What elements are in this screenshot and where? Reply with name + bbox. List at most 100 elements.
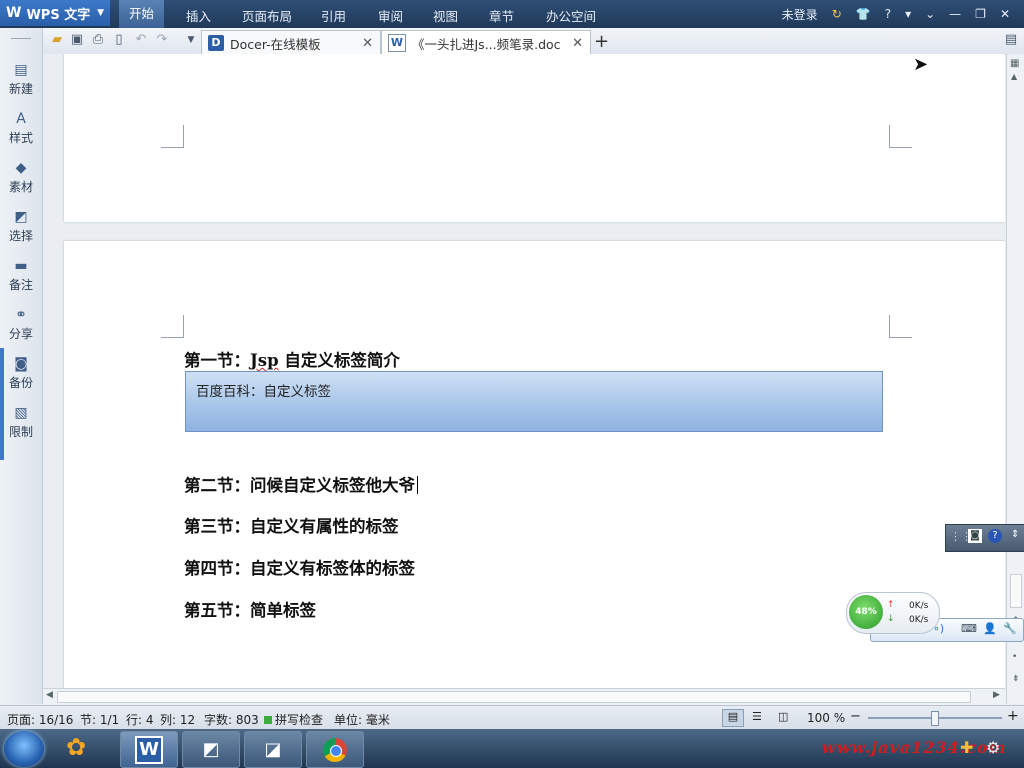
redo-icon[interactable]: ↷ bbox=[154, 32, 170, 48]
capture-icon[interactable]: ◙ bbox=[968, 529, 982, 543]
customize-toolbar-icon[interactable]: ▼ bbox=[183, 32, 199, 48]
sidebar-item-restrict[interactable]: ▧ 限制 bbox=[0, 404, 42, 440]
status-unit[interactable]: 单位: 毫米 bbox=[334, 711, 390, 728]
watermark-text: www.java1234.com bbox=[822, 738, 1007, 757]
callout-text: 百度百科：自定义标签 bbox=[196, 384, 331, 400]
floating-toolbar[interactable]: ⋮⋮ ◙ ? ⇕ bbox=[945, 524, 1024, 552]
close-button[interactable]: ✕ bbox=[1000, 7, 1010, 21]
wps-logo-icon: W bbox=[6, 5, 22, 21]
tab-docer[interactable]: D Docer-在线模板 ✕ bbox=[201, 30, 381, 55]
tab-list-icon[interactable]: ▤ bbox=[1003, 32, 1019, 48]
user-icon[interactable]: 👤 bbox=[983, 622, 997, 635]
scroll-right-icon[interactable]: ▶ bbox=[993, 690, 1000, 700]
tab-document[interactable]: W 《一头扎进Js...频笔录.doc ✕ bbox=[381, 30, 591, 55]
horizontal-scrollbar[interactable]: ◀ ▶ bbox=[43, 688, 1005, 705]
callout-text-box[interactable]: 百度百科：自定义标签 bbox=[185, 371, 883, 432]
scroll-up-icon[interactable]: ▲ bbox=[1011, 72, 1017, 81]
spell-check-icon bbox=[264, 716, 272, 724]
help-icon[interactable]: ? bbox=[988, 529, 1002, 543]
taskbar-app-icon[interactable]: ✿ bbox=[66, 733, 86, 761]
heading-section-3[interactable]: 第三节：自定义有属性的标签 bbox=[184, 513, 399, 537]
menu-view[interactable]: 视图 bbox=[433, 6, 458, 25]
sidebar-item-comment[interactable]: ▬ 备注 bbox=[0, 257, 42, 293]
close-tab-icon[interactable]: ✕ bbox=[362, 36, 373, 51]
keyboard-icon[interactable]: ⌨ bbox=[961, 622, 977, 635]
zoom-out-icon[interactable]: − bbox=[850, 709, 861, 724]
memory-usage-gauge[interactable]: 48% bbox=[849, 595, 883, 629]
sidebar-item-backup[interactable]: ◙ 备份 bbox=[0, 355, 42, 391]
scroll-thumb[interactable] bbox=[1010, 574, 1022, 608]
menu-review[interactable]: 审阅 bbox=[378, 6, 403, 25]
sidebar-item-new[interactable]: ▤ 新建 bbox=[0, 61, 42, 97]
web-view-icon[interactable]: ◫ bbox=[778, 710, 788, 723]
outline-view-icon[interactable]: ☰ bbox=[752, 710, 762, 723]
scroll-thumb[interactable] bbox=[57, 691, 971, 703]
status-column: 列: 12 bbox=[160, 713, 196, 727]
tray-icon[interactable]: ⚙ bbox=[986, 738, 1000, 757]
menu-page-layout[interactable]: 页面布局 bbox=[242, 6, 292, 25]
text-cursor bbox=[417, 476, 418, 494]
tray-icon[interactable]: ✚ bbox=[960, 738, 973, 757]
taskbar-app-2[interactable]: ◩ bbox=[182, 731, 240, 768]
scroll-panel-icon[interactable]: ▦ bbox=[1010, 58, 1019, 69]
start-button[interactable] bbox=[4, 731, 44, 767]
spell-check-toggle[interactable]: 拼写检查 bbox=[264, 711, 323, 728]
network-speed-widget[interactable]: 48% ↑ ↓ 0K/s 0K/s bbox=[846, 592, 940, 634]
menu-bar: W WPS 文字 ▼ 开始 插入 页面布局 引用 审阅 视图 章节 办公空间 未… bbox=[0, 0, 1024, 28]
restrict-icon: ▧ bbox=[14, 405, 28, 421]
heading-section-1[interactable]: 第一节：Jsp 自定义标签简介 bbox=[184, 347, 400, 371]
new-tab-button[interactable]: + bbox=[594, 31, 609, 52]
sidebar-grip bbox=[11, 38, 31, 39]
zoom-level[interactable]: 100 % bbox=[807, 711, 845, 725]
crop-mark bbox=[889, 125, 912, 148]
taskbar-wps-writer[interactable]: W bbox=[120, 731, 178, 768]
recorder-icon: ◪ bbox=[264, 739, 282, 760]
help-button[interactable]: ? ▾ bbox=[885, 7, 911, 21]
undo-icon[interactable]: ↶ bbox=[133, 32, 149, 48]
document-page[interactable] bbox=[64, 54, 1005, 222]
status-bar: 页面: 16/16 节: 1/1 行: 4 列: 12 字数: 803 拼写检查… bbox=[0, 705, 1024, 730]
taskbar-chrome[interactable] bbox=[306, 731, 364, 768]
menu-chapter[interactable]: 章节 bbox=[489, 6, 514, 25]
print-preview-icon[interactable]: ▯ bbox=[111, 32, 127, 48]
vertical-scrollbar[interactable]: ▦ ▲ ⇞ • ⇟ bbox=[1006, 54, 1024, 704]
sidebar-item-style[interactable]: A 样式 bbox=[0, 110, 42, 146]
scroll-arrows-icon[interactable]: ⇕ bbox=[1011, 529, 1019, 540]
login-status[interactable]: 未登录 bbox=[782, 6, 818, 23]
comment-icon: ▬ bbox=[14, 258, 28, 274]
windows-taskbar: ✿ W ◩ ◪ www.java1234.com ✚ ⚙ bbox=[0, 729, 1024, 768]
word-doc-icon: W bbox=[388, 34, 406, 52]
sidebar-item-select[interactable]: ◩ 选择 bbox=[0, 208, 42, 244]
zoom-in-icon[interactable]: + bbox=[1007, 708, 1019, 724]
save-icon[interactable]: ▣ bbox=[69, 32, 85, 48]
skin-shirt-icon[interactable]: 👕 bbox=[856, 7, 871, 21]
sync-icon[interactable]: ↻ bbox=[832, 7, 842, 21]
heading-section-4[interactable]: 第四节：自定义有标签体的标签 bbox=[184, 555, 415, 579]
collapse-ribbon-icon[interactable]: ⌄ bbox=[925, 7, 935, 21]
scroll-left-icon[interactable]: ◀ bbox=[46, 690, 53, 700]
page-view-icon[interactable]: ▤ bbox=[722, 709, 744, 727]
print-icon[interactable]: ⎙ bbox=[90, 32, 106, 48]
select-browse-icon[interactable]: • bbox=[1012, 652, 1017, 662]
app-menu-button[interactable]: W WPS 文字 ▼ bbox=[0, 0, 110, 26]
minimize-button[interactable]: — bbox=[949, 7, 961, 21]
sidebar-item-material[interactable]: ◆ 素材 bbox=[0, 159, 42, 195]
heading-section-2[interactable]: 第二节：问候自定义标签他大爷 bbox=[184, 472, 418, 496]
next-page-icon[interactable]: ⇟ bbox=[1012, 674, 1020, 684]
menu-office-space[interactable]: 办公空间 bbox=[546, 6, 596, 25]
open-folder-icon[interactable]: ▰ bbox=[49, 32, 65, 48]
crop-mark bbox=[161, 125, 184, 148]
menu-home[interactable]: 开始 bbox=[119, 0, 165, 28]
taskbar-app-3[interactable]: ◪ bbox=[244, 731, 302, 768]
app-window-icon: ◩ bbox=[202, 739, 220, 760]
zoom-slider-thumb[interactable] bbox=[931, 711, 939, 726]
status-word-count[interactable]: 字数: 803 bbox=[204, 711, 259, 728]
sidebar-item-share[interactable]: ⚭ 分享 bbox=[0, 306, 42, 342]
close-tab-icon[interactable]: ✕ bbox=[572, 36, 583, 51]
heading-section-5[interactable]: 第五节：简单标签 bbox=[184, 597, 316, 621]
restore-button[interactable]: ❐ bbox=[975, 7, 986, 21]
settings-wrench-icon[interactable]: 🔧 bbox=[1003, 622, 1017, 635]
menu-insert[interactable]: 插入 bbox=[186, 6, 211, 25]
status-page[interactable]: 页面: 16/16 bbox=[7, 711, 73, 728]
menu-references[interactable]: 引用 bbox=[321, 6, 346, 25]
